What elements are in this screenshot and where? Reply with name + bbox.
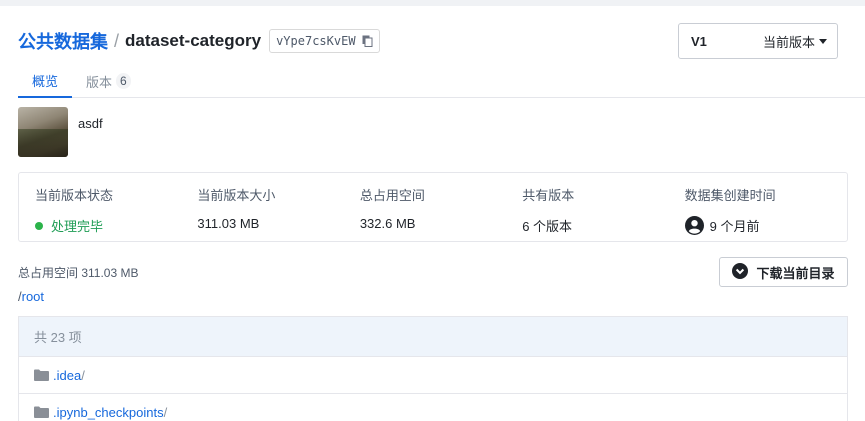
folder-suffix: / [163,404,168,420]
dataset-detail-card: 公共数据集 / dataset-category vYpe7csKvEW V1 … [0,6,865,421]
stat-created-time: 数据集创建时间 9 个月前 [684,173,847,241]
tab-versions-label: 版本 [86,74,113,90]
folder-suffix: / [81,367,85,383]
caret-down-icon [819,38,827,44]
stat-value: 332.6 MB [359,216,416,231]
breadcrumb-separator: / [114,30,120,51]
stat-label: 当前版本大小 [197,188,276,203]
tab-bar: 概览 版本 6 [18,64,865,98]
folder-name-link[interactable]: .idea [53,368,81,383]
breadcrumb-root-link[interactable]: 公共数据集 [18,28,108,54]
version-select[interactable]: V1 当前版本 [678,23,838,59]
version-select-value: V1 [691,33,707,49]
dataset-hash-text: vYpe7csKvEW [276,34,356,48]
dataset-name: asdf [78,116,103,131]
download-directory-button[interactable]: 下载当前目录 [719,257,848,287]
stat-label: 数据集创建时间 [684,188,776,203]
stat-label: 当前版本状态 [35,188,114,203]
folder-icon [34,369,49,381]
stat-total-space: 总占用空间 332.6 MB [360,173,522,241]
folder-icon [34,406,49,418]
dataset-hash-badge: vYpe7csKvEW [269,29,380,53]
dataset-thumbnail [18,107,68,157]
tab-overview-label: 概览 [32,73,59,89]
stats-panel: 当前版本状态 处理完毕 当前版本大小 311.03 MB 总占用空间 332.6… [18,172,848,242]
page-title: dataset-category [125,31,262,50]
stat-version-count: 共有版本 6 个版本 [522,173,684,241]
directory-path: /root [18,289,44,304]
tab-versions[interactable]: 版本 6 [72,64,145,98]
stat-label: 共有版本 [522,188,575,203]
path-root-link[interactable]: root [22,289,44,304]
stat-version-size: 当前版本大小 311.03 MB [197,173,359,241]
storage-total: 总占用空间 311.03 MB [18,266,139,280]
file-list-header: 共 23 项 [19,317,847,357]
stat-value: 处理完毕 [35,216,197,235]
status-dot-icon [35,221,43,230]
tab-versions-count-badge: 6 [116,73,131,89]
created-time-text: 9 个月前 [709,219,760,234]
stat-value: 9 个月前 [684,216,847,235]
list-item[interactable]: .ipynb_checkpoints / [19,394,847,421]
status-text: 处理完毕 [51,219,104,234]
version-select-label: 当前版本 [762,34,815,50]
stat-status: 当前版本状态 处理完毕 [35,173,197,241]
stat-value: 311.03 MB [197,216,260,231]
list-item[interactable]: .idea / [19,357,847,394]
stat-label: 总占用空间 [359,188,425,203]
file-list: 共 23 项 .idea / .ipynb_checkpoints / [18,316,848,421]
tab-overview[interactable]: 概览 [18,64,73,98]
download-button-label: 下载当前目录 [756,265,835,281]
chevron-down-circle-icon [732,262,749,282]
copy-icon[interactable] [362,35,373,47]
folder-name-link[interactable]: .ipynb_checkpoints [53,405,164,420]
stat-value: 6 个版本 [522,219,573,234]
user-avatar-icon [684,216,704,235]
breadcrumb: 公共数据集 / dataset-category vYpe7csKvEW [18,28,380,54]
